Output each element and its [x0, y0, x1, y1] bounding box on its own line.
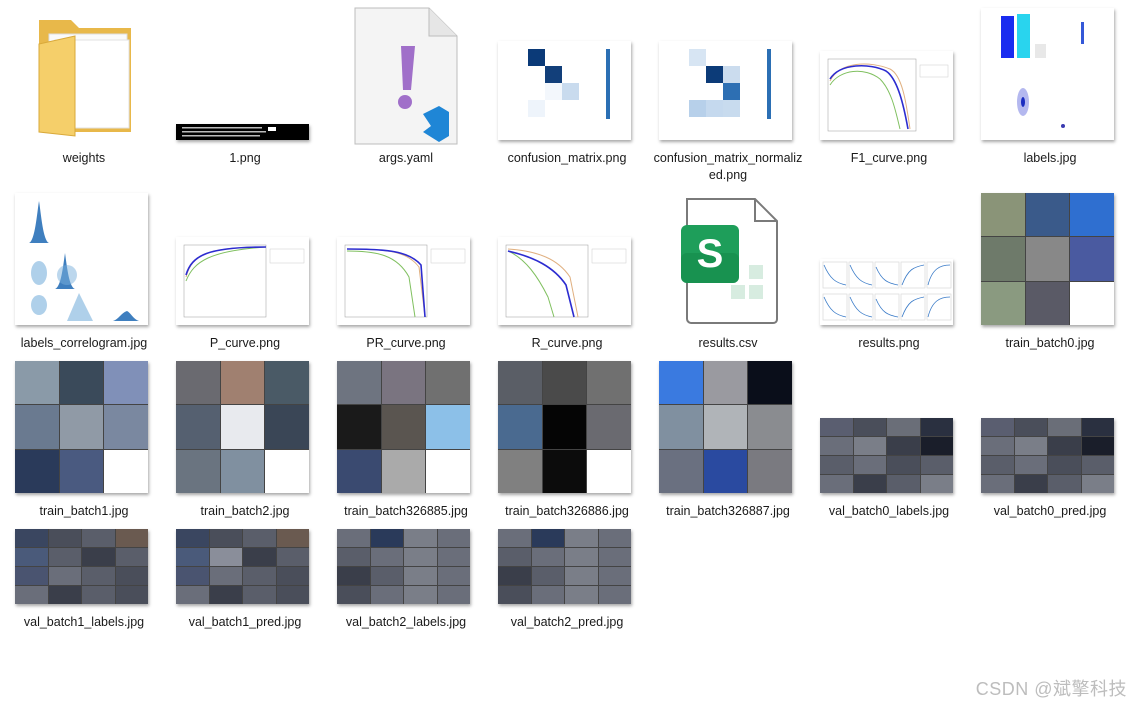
- file-item-results-png[interactable]: results.png: [812, 185, 966, 355]
- image-thumbnail: [337, 529, 470, 604]
- vscode-yaml-file-icon: [353, 6, 459, 146]
- file-label: PR_curve.png: [366, 336, 446, 350]
- file-item-pr-curve[interactable]: PR_curve.png: [329, 185, 483, 355]
- file-item-confusion-matrix[interactable]: confusion_matrix.png: [490, 0, 644, 170]
- file-label: val_batch1_pred.jpg: [188, 615, 302, 629]
- file-item-val-batch1-pred[interactable]: val_batch1_pred.jpg: [168, 464, 322, 634]
- image-thumbnail: [820, 418, 953, 493]
- file-label: 1.png: [229, 151, 261, 165]
- file-label: train_batch326887.jpg: [666, 504, 790, 518]
- file-item-val-batch2-labels[interactable]: val_batch2_labels.jpg: [329, 464, 483, 634]
- image-thumbnail: [498, 41, 631, 140]
- file-item-train-batch326887[interactable]: train_batch326887.jpg: [651, 353, 805, 523]
- image-thumbnail: [498, 237, 631, 325]
- image-thumbnail: [981, 193, 1114, 325]
- image-thumbnail: [820, 259, 953, 325]
- file-item-p-curve[interactable]: P_curve.png: [168, 185, 322, 355]
- file-item-train-batch0[interactable]: train_batch0.jpg: [973, 185, 1127, 355]
- file-item-val-batch1-labels[interactable]: val_batch1_labels.jpg: [7, 464, 161, 634]
- file-item-labels-correlogram[interactable]: labels_correlogram.jpg: [7, 185, 161, 355]
- file-item-weights[interactable]: weights: [7, 0, 161, 170]
- file-item-confusion-matrix-normalized[interactable]: confusion_matrix_normalized.png: [651, 0, 805, 185]
- file-label: args.yaml: [378, 151, 434, 165]
- file-label: weights: [62, 151, 106, 165]
- image-thumbnail: [176, 529, 309, 604]
- file-item-labels[interactable]: labels.jpg: [973, 0, 1127, 170]
- file-label: val_batch0_labels.jpg: [828, 504, 950, 518]
- image-thumbnail: [820, 51, 953, 140]
- file-label: labels_correlogram.jpg: [20, 336, 148, 350]
- file-item-r-curve[interactable]: R_curve.png: [490, 185, 644, 355]
- folder-icon: [35, 14, 135, 138]
- file-label: val_batch0_pred.jpg: [993, 504, 1107, 518]
- file-label: val_batch2_pred.jpg: [510, 615, 624, 629]
- file-item-val-batch2-pred[interactable]: val_batch2_pred.jpg: [490, 464, 644, 634]
- image-thumbnail: [337, 237, 470, 325]
- image-thumbnail: [981, 8, 1114, 140]
- file-item-1-png[interactable]: 1.png: [168, 0, 322, 170]
- file-item-val-batch0-labels[interactable]: val_batch0_labels.jpg: [812, 353, 966, 523]
- watermark: CSDN @斌擎科技: [975, 679, 1127, 699]
- image-thumbnail: [981, 418, 1114, 493]
- file-label: results.csv: [698, 336, 758, 350]
- file-label: train_batch0.jpg: [1005, 336, 1095, 350]
- file-label: P_curve.png: [209, 336, 281, 350]
- file-item-f1-curve[interactable]: F1_curve.png: [812, 0, 966, 170]
- file-label: R_curve.png: [531, 336, 603, 350]
- file-label: results.png: [858, 336, 920, 350]
- file-label: F1_curve.png: [850, 151, 928, 165]
- file-label: val_batch1_labels.jpg: [23, 615, 145, 629]
- image-thumbnail: [176, 237, 309, 325]
- file-label: val_batch2_labels.jpg: [345, 615, 467, 629]
- image-thumbnail: [176, 124, 309, 140]
- image-thumbnail: [659, 41, 792, 140]
- file-item-results-csv[interactable]: S results.csv: [651, 185, 805, 355]
- file-item-args-yaml[interactable]: args.yaml: [329, 0, 483, 170]
- spreadsheet-csv-file-icon: S: [681, 195, 781, 327]
- svg-text:S: S: [697, 232, 724, 276]
- image-thumbnail: [498, 529, 631, 604]
- file-item-val-batch0-pred[interactable]: val_batch0_pred.jpg: [973, 353, 1127, 523]
- file-label: labels.jpg: [1023, 151, 1077, 165]
- file-label: confusion_matrix_normalized.png: [653, 151, 803, 182]
- image-thumbnail: [659, 361, 792, 493]
- image-thumbnail: [15, 529, 148, 604]
- image-thumbnail: [15, 193, 148, 325]
- file-label: confusion_matrix.png: [507, 151, 627, 165]
